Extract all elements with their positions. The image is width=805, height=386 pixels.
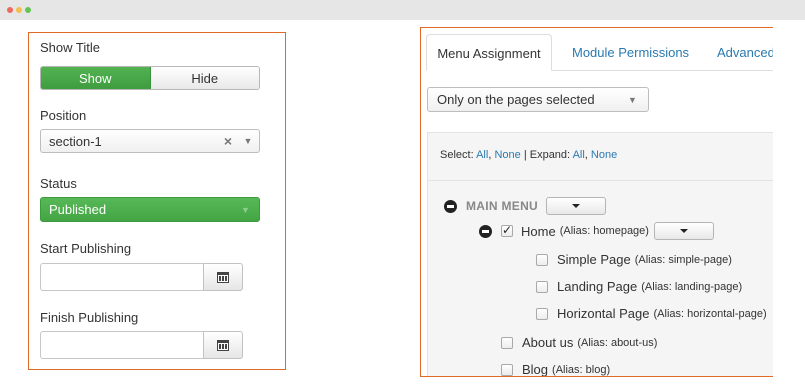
divider: | (523, 149, 527, 161)
status-select[interactable]: Published ▼ (40, 197, 260, 222)
content-area: Show Title Show Hide Position section-1 … (0, 20, 805, 386)
show-title-toggle: Show Hide (40, 66, 260, 90)
simple-page-alias: (Alias: simple-page) (634, 253, 732, 266)
collapse-icon[interactable] (444, 199, 457, 213)
position-label: Position (40, 108, 87, 123)
tab-module-permissions[interactable]: Module Permissions (572, 34, 689, 71)
position-value: section-1 (49, 133, 102, 149)
home-label: Home (521, 223, 556, 239)
chevron-down-icon[interactable]: ▼ (628, 95, 642, 105)
main-menu-row: MAIN MENU (444, 197, 607, 215)
minimize-window-dot[interactable] (16, 7, 22, 13)
chevron-down-icon[interactable]: ▼ (241, 136, 255, 146)
tree-row-home: Home (Alias: homepage) (479, 222, 714, 240)
simple-page-label: Simple Page (557, 252, 631, 267)
select-none-link[interactable]: None (494, 149, 520, 161)
caret-down-icon (572, 204, 581, 208)
calendar-icon (217, 271, 229, 283)
select-expand-bar: Select: All, None | Expand: All, None (440, 149, 617, 161)
about-us-label: About us (522, 335, 574, 350)
hide-option-button[interactable]: Hide (150, 67, 259, 89)
menu-assignment-select[interactable]: Only on the pages selected ▼ (427, 87, 649, 112)
blog-label: Blog (522, 362, 549, 377)
window-titlebar (0, 0, 805, 20)
start-publishing-label: Start Publishing (40, 241, 132, 256)
landing-page-alias: (Alias: landing-page) (641, 280, 743, 293)
home-checkbox[interactable] (501, 223, 513, 237)
menu-assignment-panel: Menu Assignment Module Permissions Advan… (420, 27, 773, 377)
show-option-button[interactable]: Show (41, 67, 151, 89)
select-label: Select: (440, 149, 474, 161)
menu-assignment-value: Only on the pages selected (437, 92, 595, 107)
chevron-down-icon[interactable]: ▼ (241, 205, 255, 215)
about-us-alias: (Alias: about-us) (577, 336, 658, 349)
tree-row-simple-page: Simple Page (Alias: simple-page) (536, 252, 732, 267)
about-us-checkbox[interactable] (501, 336, 513, 349)
expand-label: Expand: (529, 149, 571, 161)
comma-separator: , (584, 149, 588, 161)
tree-row-about-us: About us (Alias: about-us) (501, 335, 657, 350)
comma-separator: , (488, 149, 492, 161)
show-title-label: Show Title (40, 40, 100, 55)
start-publishing-input[interactable] (40, 263, 203, 291)
home-alias: (Alias: homepage) (559, 225, 649, 237)
maximize-window-dot[interactable] (25, 7, 31, 13)
blog-alias: (Alias: blog) (552, 363, 611, 376)
home-dropdown-button[interactable] (653, 222, 714, 240)
tab-menu-assignment[interactable]: Menu Assignment (426, 34, 552, 71)
menu-tree: Select: All, None | Expand: All, None MA… (427, 132, 773, 377)
finish-publishing-input[interactable] (40, 331, 203, 359)
module-options-panel: Show Title Show Hide Position section-1 … (28, 32, 286, 370)
horizontal-page-label: Horizontal Page (557, 306, 650, 321)
close-icon[interactable]: × (221, 133, 235, 149)
select-all-link[interactable]: All (476, 149, 488, 161)
position-select[interactable]: section-1 × ▼ (40, 129, 260, 153)
landing-page-checkbox[interactable] (536, 280, 548, 293)
finish-calendar-button[interactable] (203, 331, 243, 359)
horizontal-page-checkbox[interactable] (536, 307, 548, 320)
close-window-dot[interactable] (7, 7, 13, 13)
start-publishing-field (40, 263, 243, 291)
caret-down-icon (679, 229, 688, 233)
status-value: Published (49, 202, 107, 217)
collapse-icon[interactable] (479, 224, 492, 238)
status-label: Status (40, 176, 77, 191)
tree-row-blog: Blog (Alias: blog) (501, 362, 611, 377)
expand-all-link[interactable]: All (573, 149, 585, 161)
start-calendar-button[interactable] (203, 263, 243, 291)
simple-page-checkbox[interactable] (536, 253, 548, 266)
horizontal-page-alias: (Alias: horizontal-page) (653, 307, 767, 320)
finish-publishing-field (40, 331, 243, 359)
main-menu-title: MAIN MENU (466, 199, 539, 213)
tab-bar: Menu Assignment Module Permissions Advan… (426, 34, 773, 71)
tree-row-landing-page: Landing Page (Alias: landing-page) (536, 279, 742, 294)
finish-publishing-label: Finish Publishing (40, 310, 139, 325)
calendar-icon (217, 339, 229, 351)
blog-checkbox[interactable] (501, 363, 513, 376)
tab-advanced[interactable]: Advanced (717, 34, 773, 71)
tree-row-horizontal-page: Horizontal Page (Alias: horizontal-page) (536, 306, 767, 321)
landing-page-label: Landing Page (557, 279, 638, 294)
expand-none-link[interactable]: None (591, 149, 617, 161)
main-menu-dropdown-button[interactable] (546, 197, 607, 215)
divider-line (428, 180, 773, 181)
